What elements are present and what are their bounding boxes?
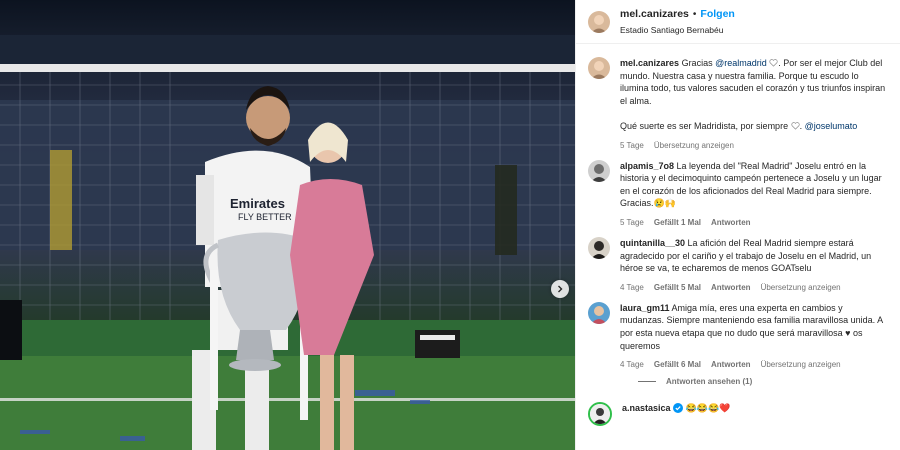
caption-avatar[interactable] [588, 57, 610, 79]
jersey-slogan: FLY BETTER [238, 212, 292, 222]
post-header: mel.canizares • Folgen Estadio Santiago Be… [576, 0, 900, 44]
commenter-username[interactable]: quintanilla__30 [620, 238, 685, 248]
caption-time[interactable]: 5 Tage [620, 141, 644, 150]
avatar-image [590, 404, 610, 425]
comment-item: a.nastasica 😂😂😂❤️ [588, 402, 888, 427]
comment-likes[interactable]: Gefällt 6 Mal [654, 360, 701, 369]
replies-divider [638, 381, 656, 383]
heart-outline-icon [769, 59, 778, 67]
view-replies-label: Antworten ansehen (1) [666, 377, 753, 387]
reply-button[interactable]: Antworten [711, 218, 751, 227]
comments-list: mel.canizares Gracias @realmadrid . Por … [576, 44, 900, 427]
comment-item: alpamis_7o8 La leyenda del "Real Madrid"… [588, 159, 888, 227]
comment-time[interactable]: 4 Tage [620, 283, 644, 292]
avatar-image [588, 236, 610, 259]
commenter-username[interactable]: a.nastasica [622, 403, 671, 413]
author-avatar[interactable] [588, 10, 610, 33]
header-separator: • [692, 9, 697, 20]
avatar-image [588, 57, 610, 79]
caption-username[interactable]: mel.canizares [620, 58, 679, 68]
comment-time[interactable]: 4 Tage [620, 360, 644, 369]
comment-text: 😂😂😂❤️ [685, 403, 731, 414]
comment-likes[interactable]: Gefällt 1 Mal [654, 218, 701, 227]
verified-badge-icon [672, 403, 683, 414]
commenter-avatar[interactable] [588, 159, 610, 182]
comment-item: laura_gm11 Amiga mía, eres una experta e… [588, 301, 888, 369]
comment-time[interactable]: 5 Tage [620, 218, 644, 227]
reply-button[interactable]: Antworten [711, 360, 751, 369]
heart-outline-icon [791, 122, 800, 130]
translate-button[interactable]: Übersetzung anzeigen [761, 283, 841, 292]
comment-item: quintanilla__30 La afición del Real Madr… [588, 236, 888, 292]
reply-button[interactable]: Antworten [711, 283, 751, 292]
commenter-username[interactable]: laura_gm11 [620, 303, 670, 313]
photo-scene: Emirates FLY BETTER [0, 35, 575, 450]
post-photo[interactable]: Emirates FLY BETTER [0, 0, 575, 450]
follow-button[interactable]: Folgen [700, 8, 734, 20]
chevron-right-icon [558, 285, 563, 293]
translate-button[interactable]: Übersetzung anzeigen [654, 141, 734, 150]
commenter-avatar[interactable] [588, 402, 612, 427]
post-location[interactable]: Estadio Santiago Bernabéu [620, 23, 735, 37]
avatar-image [588, 301, 610, 324]
mention-joselumato[interactable]: @joselumato [805, 121, 858, 131]
caption-text-1: Gracias [681, 58, 713, 68]
caption-text-4: . [799, 120, 803, 131]
mention-realmadrid[interactable]: @realmadrid [715, 58, 767, 68]
translate-button[interactable]: Übersetzung anzeigen [761, 360, 841, 369]
commenter-avatar[interactable] [588, 236, 610, 259]
commenter-avatar[interactable] [588, 301, 610, 324]
caption-text-3: Qué suerte es ser Madridista, por siempr… [620, 120, 789, 131]
carousel-next-button[interactable] [551, 280, 569, 298]
view-replies-button[interactable]: Antworten ansehen (1) [638, 377, 888, 386]
avatar-image [588, 159, 610, 182]
commenter-username[interactable]: alpamis_7o8 [620, 161, 674, 171]
post-side-panel: mel.canizares • Folgen Estadio Santiago Be… [575, 0, 900, 450]
post-caption: mel.canizares Gracias @realmadrid . Por … [588, 57, 888, 150]
jersey-sponsor: Emirates [230, 196, 285, 211]
avatar-image [588, 10, 610, 33]
caption-text: mel.canizares Gracias @realmadrid . Por … [620, 57, 888, 133]
comment-likes[interactable]: Gefällt 5 Mal [654, 283, 701, 292]
caption-meta: 5 Tage Übersetzung anzeigen [620, 141, 888, 150]
author-username[interactable]: mel.canizares [620, 8, 689, 20]
